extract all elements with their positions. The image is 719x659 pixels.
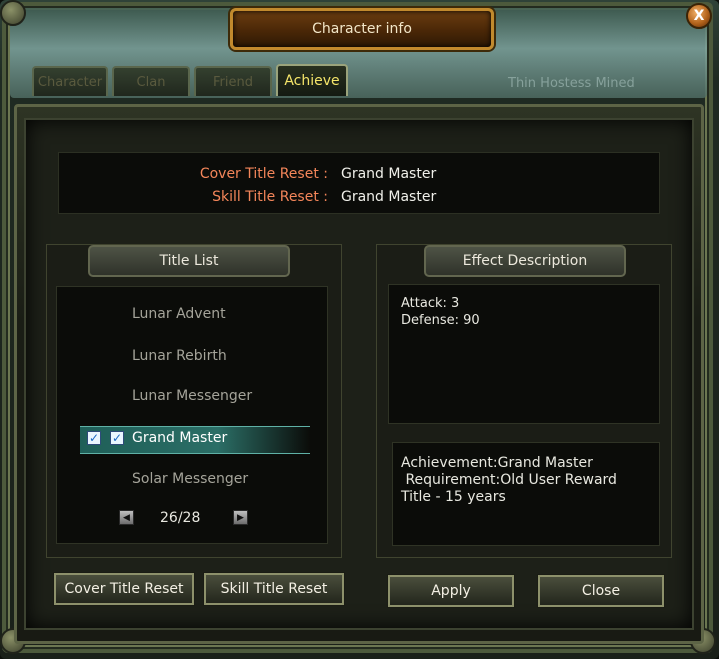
prev-page-icon[interactable]: ◀ [119, 510, 134, 525]
character-info-window: Thin Hostess Mined Character info X Char… [0, 0, 719, 659]
tab-achieve[interactable]: Achieve [276, 64, 348, 96]
tab-bar: Character Clan Friend Achieve [32, 64, 348, 96]
close-icon[interactable]: X [686, 3, 712, 29]
achievement-name: Achievement:Grand Master [401, 455, 593, 471]
tab-clan[interactable]: Clan [112, 66, 190, 96]
effect-attack: Attack: 3 [401, 296, 460, 311]
cover-title-reset-value: Grand Master [341, 166, 437, 182]
cover-title-reset-button[interactable]: Cover Title Reset [54, 573, 194, 605]
checkbox-icon[interactable]: ✓ [110, 431, 124, 445]
achievement-requirement: Achievement:Grand Master Requirement:Old… [392, 442, 660, 546]
effect-description-header: Effect Description [424, 245, 626, 277]
skill-title-reset-label: Skill Title Reset : [212, 189, 328, 205]
tab-character[interactable]: Character [32, 66, 108, 96]
apply-button[interactable]: Apply [388, 575, 514, 607]
window-title: Character info [230, 8, 494, 50]
title-list[interactable] [56, 286, 328, 544]
server-watermark: Thin Hostess Mined [508, 76, 635, 91]
list-item[interactable]: Lunar Messenger [132, 388, 252, 404]
cover-title-reset-label: Cover Title Reset : [199, 166, 328, 182]
checkbox-icon[interactable]: ✓ [87, 431, 101, 445]
effect-defense: Defense: 90 [401, 313, 480, 328]
list-item[interactable]: Lunar Advent [132, 306, 226, 322]
corner-ornament-icon [0, 0, 26, 26]
skill-title-reset-value: Grand Master [341, 189, 437, 205]
list-item[interactable]: Lunar Rebirth [132, 348, 227, 364]
list-item[interactable]: Solar Messenger [132, 471, 248, 487]
skill-title-reset-button[interactable]: Skill Title Reset [204, 573, 344, 605]
requirement-text-cont: Title - 15 years [401, 489, 506, 505]
next-page-icon[interactable]: ▶ [233, 510, 248, 525]
title-list-header: Title List [88, 245, 290, 277]
effect-description: Attack: 3 Defense: 90 [388, 284, 660, 424]
list-item-selected[interactable]: Grand Master [132, 430, 227, 446]
requirement-text: Requirement:Old User Reward [401, 472, 617, 488]
tab-friend[interactable]: Friend [194, 66, 272, 96]
close-button[interactable]: Close [538, 575, 664, 607]
page-indicator: 26/28 [160, 510, 201, 526]
